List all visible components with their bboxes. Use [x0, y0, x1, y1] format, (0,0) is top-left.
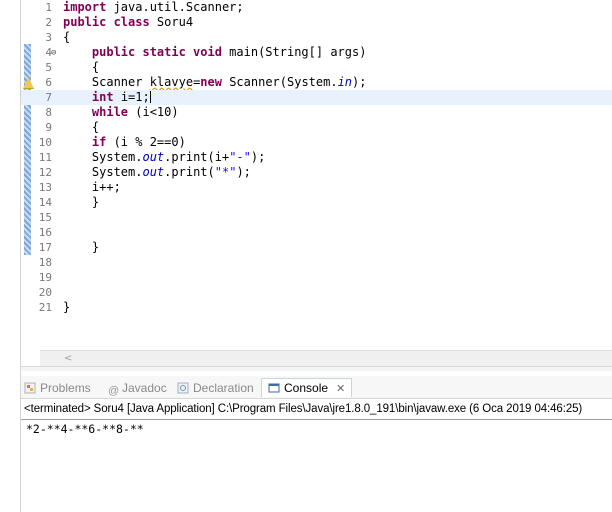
left-margin	[0, 0, 20, 512]
code-line[interactable]: 6 Scanner klavye=new Scanner(System.in);	[21, 75, 612, 90]
line-number: 9	[45, 121, 52, 134]
code-text: {	[63, 30, 71, 44]
code-line[interactable]: 3{	[21, 30, 612, 45]
line-number: 15	[38, 211, 52, 224]
code-line[interactable]: 21}	[21, 300, 612, 315]
console-left-border	[20, 372, 21, 512]
code-text: i++;	[63, 180, 121, 194]
line-number: 16	[38, 226, 52, 239]
line-number: 18	[38, 256, 52, 269]
code-line[interactable]: 9 {	[21, 120, 612, 135]
tab-problems-label: Problems	[40, 381, 91, 395]
line-number: 14	[38, 196, 52, 209]
view-separator	[21, 366, 612, 371]
line-number: 20	[38, 286, 52, 299]
code-line[interactable]: 8 while (i<10)	[21, 105, 612, 120]
tab-console-label: Console	[284, 381, 329, 395]
tab-declaration[interactable]: Declaration	[177, 379, 254, 397]
code-text: System.out.print("*");	[63, 165, 251, 179]
javadoc-icon: @	[108, 385, 120, 397]
code-text: int i=1;	[91, 90, 151, 104]
code-text: }	[63, 300, 71, 314]
code-line[interactable]: 13 i++;	[21, 180, 612, 195]
code-line[interactable]: 5 {	[21, 60, 612, 75]
code-line[interactable]: 16	[21, 225, 612, 240]
line-number: 1	[45, 1, 52, 14]
console-status-text: <terminated> Soru4 [Java Application] C:…	[24, 403, 583, 415]
code-line[interactable]: 11 System.out.print(i+"-");	[21, 150, 612, 165]
line-number: 19	[38, 271, 52, 284]
code-text: }	[63, 195, 100, 209]
line-number: 12	[38, 166, 52, 179]
console-icon	[268, 381, 280, 393]
horizontal-scrollbar[interactable]: <	[40, 350, 612, 366]
line-number: 5	[45, 61, 52, 74]
code-line[interactable]: 1 import java.util.Scanner;	[21, 0, 612, 15]
code-line[interactable]: 18	[21, 255, 612, 270]
line-number: 11	[38, 151, 52, 164]
code-editor[interactable]: 1 import java.util.Scanner; 2 public class …	[21, 0, 612, 350]
tab-problems[interactable]: Problems	[24, 379, 91, 397]
line-number: 4	[45, 46, 52, 59]
declaration-icon	[177, 381, 189, 394]
code-text: System.out.print(i+"-");	[63, 150, 266, 164]
code-line[interactable]: 4 ⊖ public static void main(String[] args…	[21, 45, 612, 60]
line-number: 13	[38, 181, 52, 194]
close-icon[interactable]: ✕	[336, 383, 345, 395]
line-number: 17	[38, 241, 52, 254]
code-text: public static void main(String[] args)	[91, 45, 367, 59]
code-line[interactable]: 15	[21, 210, 612, 225]
code-line[interactable]: 10 if (i % 2==0)	[21, 135, 612, 150]
line-number: 21	[38, 301, 52, 314]
fold-toggle-icon[interactable]: ⊖	[51, 46, 56, 61]
code-line[interactable]: 20	[21, 285, 612, 300]
tab-javadoc-label: Javadoc	[122, 381, 167, 395]
code-text: if (i % 2==0)	[91, 135, 186, 149]
line-number: 8	[45, 106, 52, 119]
problems-icon	[24, 381, 36, 394]
code-line[interactable]: 12 System.out.print("*");	[21, 165, 612, 180]
code-text: Scanner klavye=new Scanner(System.in);	[63, 75, 367, 89]
code-line[interactable]: 2 public class Soru4	[21, 15, 612, 30]
code-line[interactable]: 14 }	[21, 195, 612, 210]
code-text: while (i<10)	[91, 105, 179, 119]
line-number: 2	[45, 16, 52, 29]
line-number: 10	[38, 136, 52, 149]
code-text: {	[63, 120, 100, 134]
code-text: import java.util.Scanner;	[63, 0, 244, 14]
scroll-left-arrow[interactable]: <	[64, 351, 72, 366]
tab-declaration-label: Declaration	[193, 381, 254, 395]
bottom-view-tabs: Problems @ Javadoc Declaration Console ✕	[21, 376, 612, 399]
line-number: 7	[45, 91, 52, 104]
code-line[interactable]: 17 }	[21, 240, 612, 255]
code-line[interactable]: 7 int i=1;	[21, 90, 612, 105]
code-line[interactable]: 19	[21, 270, 612, 285]
code-text: }	[63, 240, 100, 254]
console-divider	[21, 419, 612, 420]
code-text: {	[63, 60, 100, 74]
tab-console[interactable]: Console ✕	[261, 378, 353, 397]
code-text: public class Soru4	[63, 15, 194, 29]
tab-javadoc[interactable]: @ Javadoc	[108, 379, 167, 397]
line-number: 3	[45, 31, 52, 44]
console-output[interactable]: *2-**4-**6-**8-**	[26, 422, 144, 436]
